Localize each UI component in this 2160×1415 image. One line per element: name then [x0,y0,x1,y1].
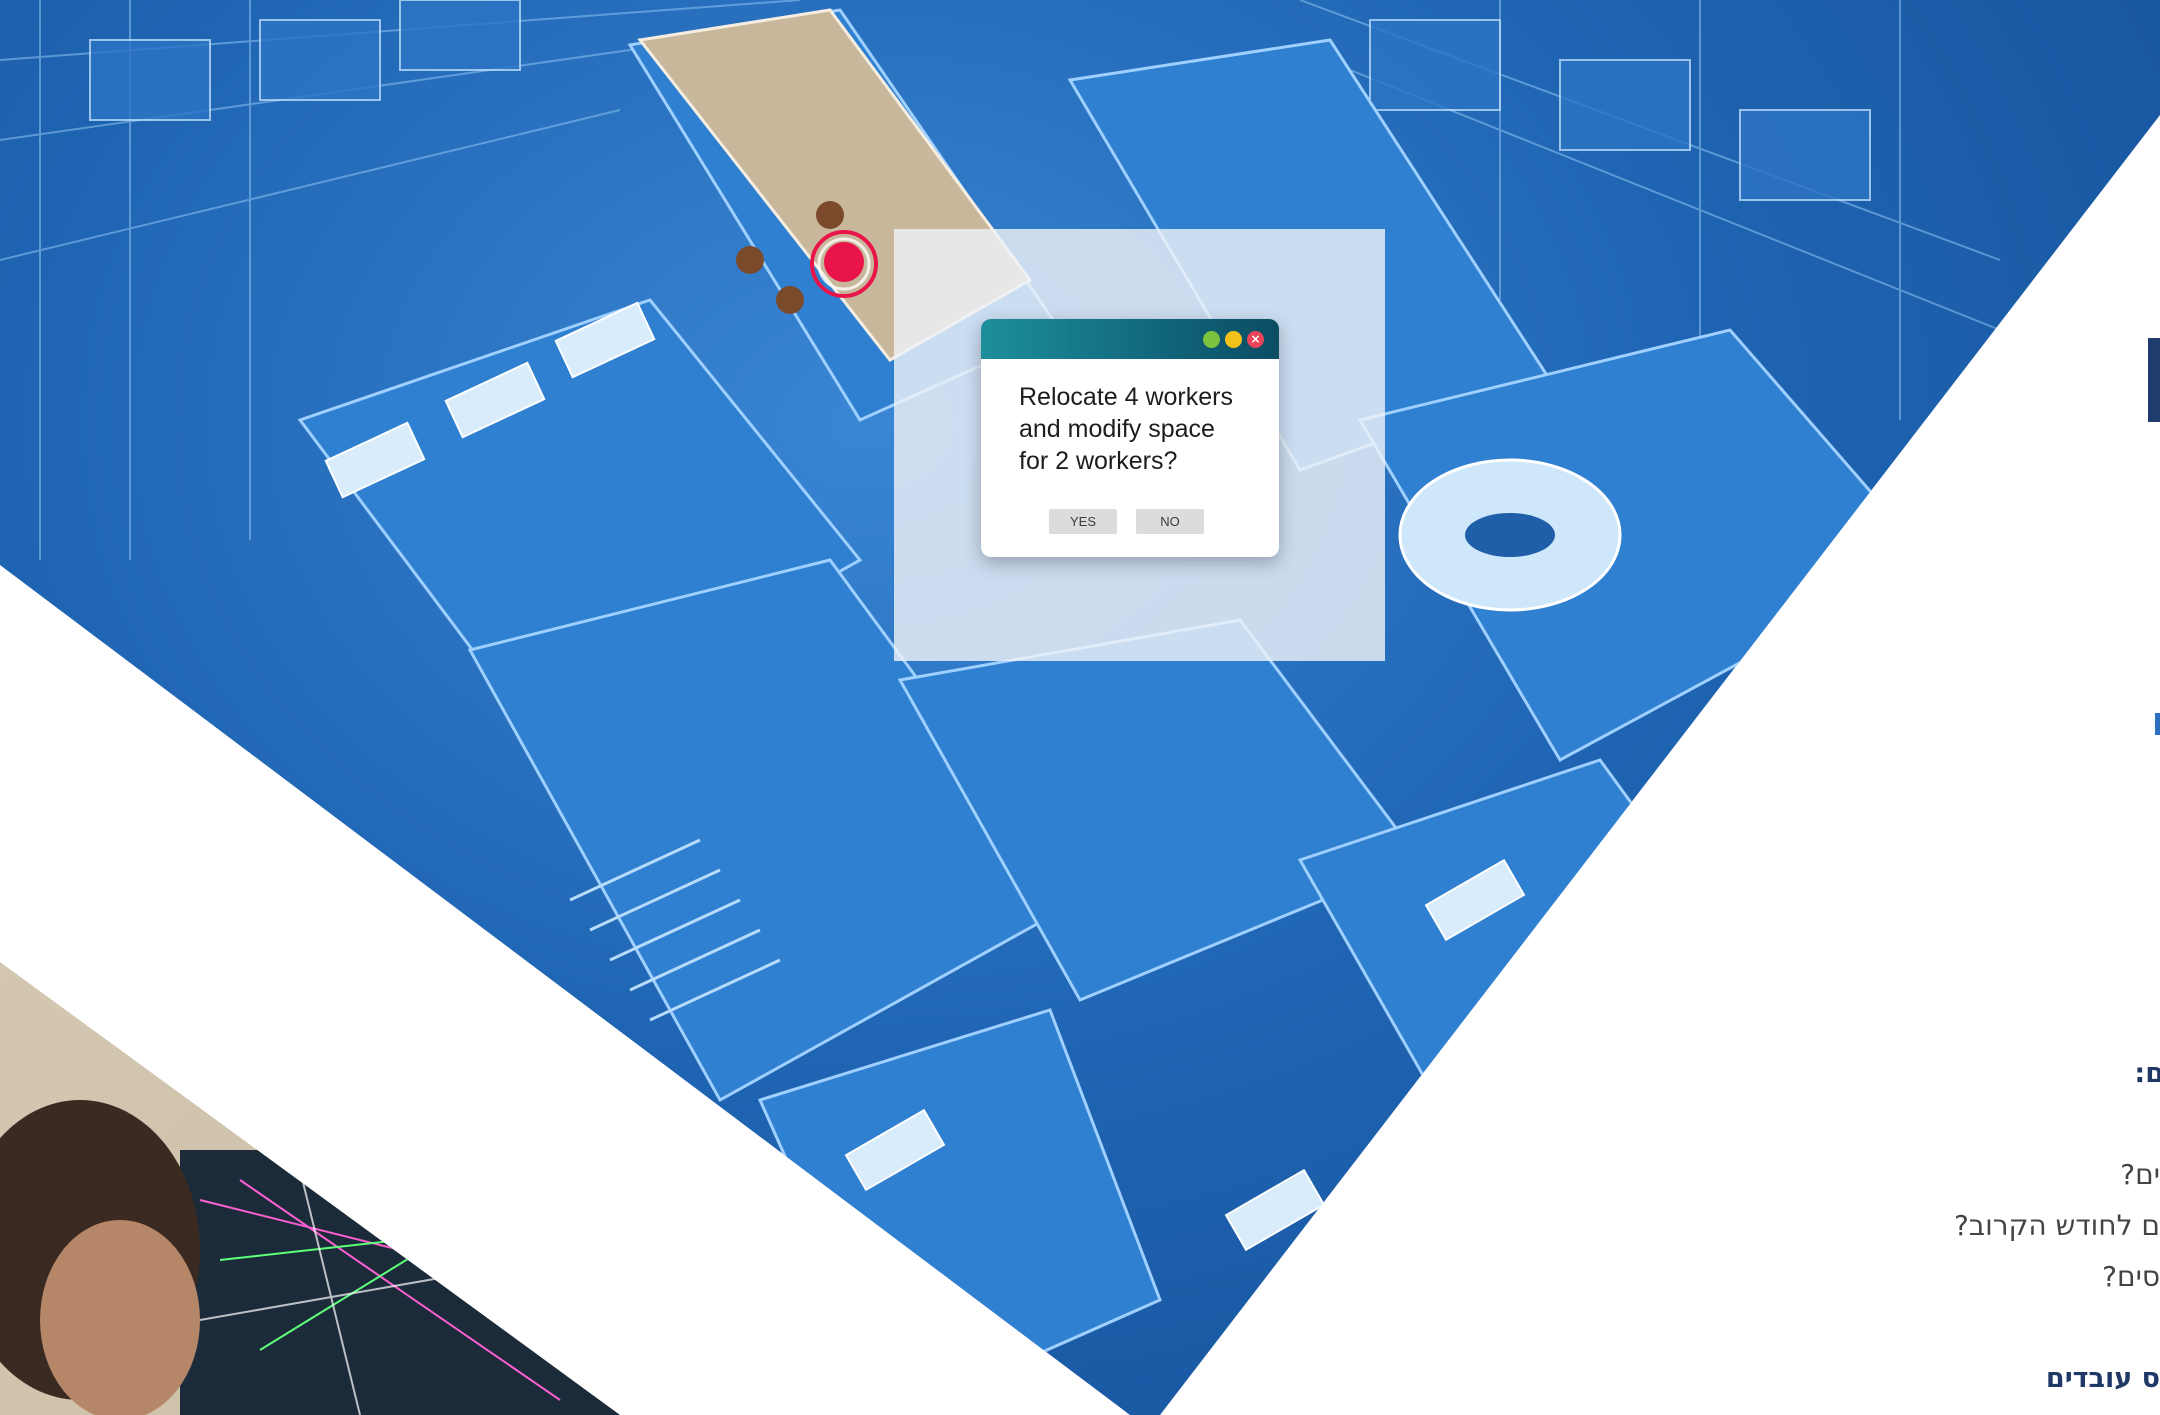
maximize-icon[interactable] [1225,331,1242,348]
question-item-3: סים? [2102,1260,2160,1293]
dialog-titlebar: × [981,319,1279,359]
close-icon[interactable]: × [1247,331,1264,348]
no-button[interactable]: NO [1136,509,1204,534]
location-target-icon[interactable] [808,228,880,300]
section-heading: ם: [2134,1058,2160,1089]
yes-button[interactable]: YES [1049,509,1117,534]
question-item-2: ם לחודש הקרוב? [1954,1209,2160,1242]
minimize-icon[interactable] [1203,331,1220,348]
dialog-message: Relocate 4 workers and modify space for … [1019,383,1233,475]
subheading: ס עובדים [2045,1363,2160,1394]
question-item-1: ים? [2120,1158,2160,1191]
title-accent-bar [2148,338,2160,422]
relocate-dialog: × Relocate 4 workers and modify space fo… [981,319,1279,557]
accent-tick [2155,713,2160,735]
